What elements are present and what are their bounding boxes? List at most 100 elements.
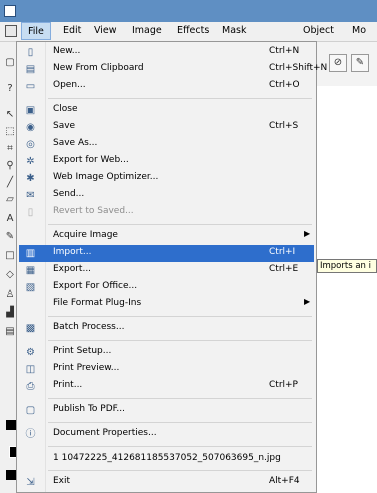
batch-icon: ▩ bbox=[25, 323, 36, 334]
menu-effects[interactable]: Effects bbox=[177, 25, 209, 36]
brush-tool-icon[interactable]: ✎ bbox=[3, 230, 17, 243]
eyedropper-tool-icon[interactable]: ╱ bbox=[3, 176, 17, 189]
menu-item-label: Save As... bbox=[53, 138, 98, 148]
menu-item-shortcut: Ctrl+P bbox=[269, 380, 298, 390]
menu-item-label: Close bbox=[53, 104, 78, 114]
menu-edit[interactable]: Edit bbox=[63, 25, 81, 36]
menu-item-send[interactable]: ✉ Send... bbox=[19, 187, 314, 204]
menu-separator bbox=[48, 340, 312, 341]
color-swatch[interactable] bbox=[6, 470, 16, 480]
menu-separator bbox=[48, 224, 312, 225]
menu-item-shortcut: Ctrl+Shift+N bbox=[269, 63, 328, 73]
menu-file[interactable]: File bbox=[21, 22, 51, 40]
menu-item-save[interactable]: ◉ Save Ctrl+S bbox=[19, 119, 314, 136]
submenu-arrow-icon: ▶ bbox=[304, 229, 311, 238]
menu-item-export[interactable]: ▦ Export... Ctrl+E bbox=[19, 262, 314, 279]
menu-item-batch-process[interactable]: ▩ Batch Process... bbox=[19, 320, 314, 337]
menu-item-shortcut: Ctrl+I bbox=[269, 247, 296, 257]
menu-image[interactable]: Image bbox=[132, 25, 162, 36]
toolbar-tool-2-icon[interactable]: ✎ bbox=[351, 54, 369, 72]
fill-tool-icon[interactable]: ◇ bbox=[3, 268, 17, 281]
menu-item-document-properties[interactable]: ⓘ Document Properties... bbox=[19, 426, 314, 443]
menu-separator bbox=[48, 446, 312, 447]
menu-item-label: Publish To PDF... bbox=[53, 404, 125, 414]
menu-item-new[interactable]: ▯ New... Ctrl+N bbox=[19, 44, 314, 61]
menu-item-recent-file[interactable]: 1 10472225_412681185537052_507063695_n.j… bbox=[19, 451, 314, 468]
new-document-icon: ▯ bbox=[27, 47, 34, 58]
menu-item-label: File Format Plug-Ins bbox=[53, 298, 142, 308]
tooltip: Imports an i bbox=[317, 259, 377, 273]
print-setup-icon: ⚙ bbox=[26, 347, 35, 358]
menu-item-exit[interactable]: ⇲ Exit Alt+F4 bbox=[19, 474, 314, 491]
toolbar-right: ⊘ ✎ bbox=[325, 54, 377, 76]
web-export-icon: ✲ bbox=[26, 156, 35, 167]
menu-item-close[interactable]: ▣ Close bbox=[19, 102, 314, 119]
eraser-tool-icon[interactable]: ▱ bbox=[3, 193, 17, 206]
zoom-tool-icon[interactable]: ⚲ bbox=[3, 159, 17, 172]
menu-item-new-from-clipboard[interactable]: ▤ New From Clipboard Ctrl+Shift+N bbox=[19, 61, 328, 78]
menu-item-label: Document Properties... bbox=[53, 428, 157, 438]
menu-separator bbox=[48, 470, 312, 471]
menu-item-label: Send... bbox=[53, 189, 85, 199]
clipboard-icon: ▤ bbox=[25, 64, 36, 75]
optimizer-icon: ✱ bbox=[26, 173, 35, 184]
menu-more[interactable]: Mo bbox=[352, 25, 366, 36]
text-tool-icon[interactable]: A bbox=[3, 212, 17, 225]
menu-separator bbox=[48, 398, 312, 399]
file-menu-dropdown: ▯ New... Ctrl+N ▤ New From Clipboard Ctr… bbox=[16, 41, 328, 493]
menu-item-label: Web Image Optimizer... bbox=[53, 172, 159, 182]
new-tool-icon[interactable]: ▢ bbox=[3, 56, 17, 69]
menu-bar: File Edit View Image Effects Mask Object… bbox=[0, 22, 377, 42]
revert-icon: ▯ bbox=[27, 207, 34, 218]
office-export-icon: ▧ bbox=[25, 282, 36, 293]
menu-item-import[interactable]: ▥ Import... Ctrl+I bbox=[19, 245, 314, 262]
menu-mask[interactable]: Mask bbox=[222, 25, 246, 36]
menu-item-label: Batch Process... bbox=[53, 322, 125, 332]
info-icon: ⓘ bbox=[25, 429, 36, 440]
crop-tool-icon[interactable]: ⌗ bbox=[3, 142, 17, 155]
menu-item-web-image-optimizer[interactable]: ✱ Web Image Optimizer... bbox=[19, 170, 314, 187]
save-icon: ◉ bbox=[26, 122, 35, 133]
menu-item-print[interactable]: ⎙ Print... Ctrl+P bbox=[19, 378, 314, 395]
printer-icon: ⎙ bbox=[26, 381, 35, 392]
foreground-color-swatch[interactable] bbox=[6, 420, 16, 430]
menu-separator bbox=[48, 98, 312, 99]
menu-item-label: New From Clipboard bbox=[53, 63, 144, 73]
send-icon: ✉ bbox=[26, 190, 35, 201]
submenu-arrow-icon: ▶ bbox=[304, 297, 311, 306]
help-tool-icon[interactable]: ? bbox=[3, 82, 17, 95]
menu-item-export-for-office[interactable]: ▧ Export For Office... bbox=[19, 279, 314, 296]
menu-item-export-for-web[interactable]: ✲ Export for Web... bbox=[19, 153, 314, 170]
menu-item-shortcut: Ctrl+S bbox=[269, 121, 299, 131]
menu-item-publish-to-pdf[interactable]: ▢ Publish To PDF... bbox=[19, 402, 314, 419]
print-preview-icon: ◫ bbox=[25, 364, 36, 375]
menu-view[interactable]: View bbox=[94, 25, 117, 36]
shape-tool-icon[interactable]: □ bbox=[3, 249, 17, 262]
toolbar-tool-1-icon[interactable]: ⊘ bbox=[329, 54, 347, 72]
menu-item-label: Export For Office... bbox=[53, 281, 138, 291]
export-icon: ▦ bbox=[25, 265, 36, 276]
menu-item-label: New... bbox=[53, 46, 81, 56]
menu-item-label: Exit bbox=[53, 476, 71, 486]
frame-tool-icon[interactable]: ▤ bbox=[3, 325, 17, 338]
menu-item-acquire-image[interactable]: Acquire Image ▶ bbox=[19, 228, 314, 245]
menu-item-label: Print... bbox=[53, 380, 83, 390]
menu-item-label: 1 10472225_412681185537052_507063695_n.j… bbox=[53, 453, 281, 463]
menubar-app-icon[interactable] bbox=[5, 25, 17, 37]
menu-item-save-as[interactable]: ◎ Save As... bbox=[19, 136, 314, 153]
menu-item-label: Acquire Image bbox=[53, 230, 118, 240]
menu-object[interactable]: Object bbox=[303, 25, 334, 36]
app-icon bbox=[4, 5, 16, 17]
menu-item-file-format-plugins[interactable]: File Format Plug-Ins ▶ bbox=[19, 296, 314, 313]
menu-item-print-setup[interactable]: ⚙ Print Setup... bbox=[19, 344, 314, 361]
menu-item-revert-to-saved: ▯ Revert to Saved... bbox=[19, 204, 314, 221]
menu-item-open[interactable]: ▭ Open... Ctrl+O bbox=[19, 78, 314, 95]
clone-tool-icon[interactable]: ♙ bbox=[3, 288, 17, 301]
title-bar bbox=[0, 0, 377, 22]
effect-tool-icon[interactable]: ▟ bbox=[3, 306, 17, 319]
selection-tool-icon[interactable]: ⬚ bbox=[3, 125, 17, 138]
menu-item-print-preview[interactable]: ◫ Print Preview... bbox=[19, 361, 314, 378]
exit-icon: ⇲ bbox=[26, 477, 35, 488]
menu-item-label: Export for Web... bbox=[53, 155, 129, 165]
pick-tool-icon[interactable]: ↖ bbox=[3, 108, 17, 121]
